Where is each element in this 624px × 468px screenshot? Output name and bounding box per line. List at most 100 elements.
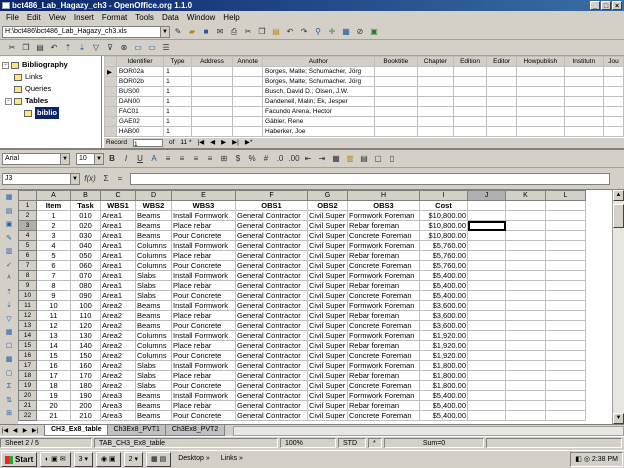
grid-row-header[interactable]: ▶	[104, 66, 117, 77]
data-cell[interactable]: Install Formwork	[171, 330, 236, 341]
data-cell[interactable]: Area1	[100, 270, 136, 281]
menu-edit[interactable]: Edit	[23, 13, 45, 22]
empty-cell[interactable]	[467, 310, 506, 321]
data-cell[interactable]: Columns	[135, 350, 172, 361]
data-cell[interactable]: Pour Concrete	[171, 410, 236, 421]
show-draw-functions-icon[interactable]: ✎	[3, 233, 15, 245]
empty-cell[interactable]	[467, 250, 506, 261]
data-cell[interactable]: General Contractor	[235, 260, 308, 271]
email-icon[interactable]: ✉	[214, 26, 226, 38]
menu-data[interactable]: Data	[158, 13, 183, 22]
data-cell[interactable]: Concrete Foreman	[347, 380, 420, 391]
grid-row-header[interactable]	[104, 106, 117, 117]
empty-cell[interactable]	[505, 340, 546, 351]
grid-cell[interactable]	[232, 86, 264, 97]
column-header[interactable]: C	[100, 190, 136, 201]
empty-cell[interactable]	[545, 290, 586, 301]
data-cell[interactable]: Area1	[100, 230, 136, 241]
data-cell[interactable]: 14	[36, 340, 71, 351]
grid-cell[interactable]	[417, 96, 454, 107]
sort-asc-icon[interactable]: ⇡	[62, 42, 74, 54]
grid-cell[interactable]: DAN00	[115, 96, 165, 107]
filter-icon[interactable]: ▽	[90, 42, 102, 54]
data-cell[interactable]: $3,600.00	[419, 310, 468, 321]
data-cell[interactable]: $5,400.00	[419, 400, 468, 411]
data-cell[interactable]: Install Formwork	[171, 390, 236, 401]
scroll-up-icon[interactable]: ▲	[613, 190, 624, 201]
data-cell[interactable]: Slabs	[135, 360, 172, 371]
sort-descending-icon[interactable]: ⇣	[3, 300, 15, 312]
data-cell[interactable]: 13	[36, 330, 71, 341]
data-cell[interactable]: General Contractor	[235, 240, 308, 251]
header-cell[interactable]: WBS2	[135, 200, 172, 211]
grid-cell[interactable]	[417, 86, 454, 97]
data-cell[interactable]: Beams	[135, 400, 172, 411]
data-cell[interactable]: General Contractor	[235, 340, 308, 351]
column-header[interactable]: H	[347, 190, 420, 201]
remove-filter-icon[interactable]: ⊗	[118, 42, 130, 54]
prev-record-icon[interactable]: ◀	[210, 138, 215, 148]
header-cell[interactable]: WBS3	[171, 200, 236, 211]
group-icon[interactable]: ⊞	[3, 408, 15, 420]
data-cell[interactable]: 070	[70, 270, 101, 281]
grid-cell[interactable]	[486, 116, 517, 127]
data-cell[interactable]: $5,400.00	[419, 290, 468, 301]
header-cell[interactable]: Cost	[419, 200, 468, 211]
gallery-icon[interactable]: ▦	[340, 26, 352, 38]
last-sheet-icon[interactable]: ▶|	[30, 426, 40, 436]
grid-cell[interactable]: Haberker, Joe	[262, 126, 375, 137]
grid-cell[interactable]: BOR02a	[115, 66, 165, 77]
sort-desc-icon[interactable]: ⇣	[76, 42, 88, 54]
align-right-icon[interactable]: ≡	[190, 153, 202, 165]
data-cell[interactable]: Install Formwork	[171, 360, 236, 371]
name-box[interactable]: J3 ▼	[2, 172, 80, 185]
explorer-icon[interactable]: ☰	[160, 42, 172, 54]
redo-icon[interactable]: ↷	[298, 26, 310, 38]
sum-icon[interactable]: Σ	[3, 381, 15, 393]
sort-ascending-icon[interactable]: ⇡	[3, 287, 15, 299]
grid-cell[interactable]: BUS00	[115, 86, 165, 97]
grid-col-header[interactable]: Type	[163, 56, 192, 67]
grid-cell[interactable]	[563, 116, 605, 127]
empty-cell[interactable]	[467, 380, 506, 391]
gallery-icon[interactable]: ▢	[3, 368, 15, 380]
data-cell[interactable]: General Contractor	[235, 220, 308, 231]
empty-cell[interactable]	[505, 270, 546, 281]
data-cell[interactable]: General Contractor	[235, 300, 308, 311]
taskbar-item-group-3[interactable]: 3 ▾	[73, 452, 93, 467]
row-header[interactable]: 11	[18, 300, 37, 311]
data-cell[interactable]: General Contractor	[235, 360, 308, 371]
insert-cells-icon[interactable]: ▤	[3, 206, 15, 218]
data-cell[interactable]: Concrete Foreman	[347, 230, 420, 241]
borders-icon[interactable]: ▦	[330, 153, 342, 165]
column-header[interactable]: G	[307, 190, 348, 201]
grid-col-header[interactable]: Edition	[452, 56, 488, 67]
grid-cell[interactable]	[563, 66, 605, 77]
data-cell[interactable]: Civil Super	[307, 310, 348, 321]
empty-cell[interactable]	[467, 260, 506, 271]
paste-icon[interactable]: ▤	[270, 26, 282, 38]
data-cell[interactable]: $10,800.00	[419, 210, 468, 221]
background-color-icon[interactable]: ▥	[344, 153, 356, 165]
data-cell[interactable]: Civil Super	[307, 210, 348, 221]
data-cell[interactable]: $1,920.00	[419, 350, 468, 361]
data-cell[interactable]: Formwork Foreman	[347, 330, 420, 341]
close-button[interactable]: ×	[612, 1, 622, 10]
data-cell[interactable]: Columns	[135, 250, 172, 261]
bold-button[interactable]: B	[106, 153, 118, 165]
data-cell[interactable]: Beams	[135, 310, 172, 321]
empty-cell[interactable]	[467, 200, 506, 211]
data-cell[interactable]: 130	[70, 330, 101, 341]
grid-cell[interactable]	[373, 96, 419, 107]
spellcheck-icon[interactable]: ✓	[3, 260, 15, 272]
image-icon[interactable]: ▣	[368, 26, 380, 38]
grid-cell[interactable]: HAB00	[115, 126, 165, 137]
header-cell[interactable]: OBS2	[307, 200, 348, 211]
data-cell[interactable]: Civil Super	[307, 280, 348, 291]
empty-cell[interactable]	[467, 320, 506, 331]
row-header[interactable]: 20	[18, 390, 37, 401]
grid-cell[interactable]: FAC01	[115, 106, 165, 117]
data-cell[interactable]: 160	[70, 360, 101, 371]
data-cell[interactable]: Beams	[135, 410, 172, 421]
horizontal-scrollbar[interactable]	[233, 426, 624, 436]
